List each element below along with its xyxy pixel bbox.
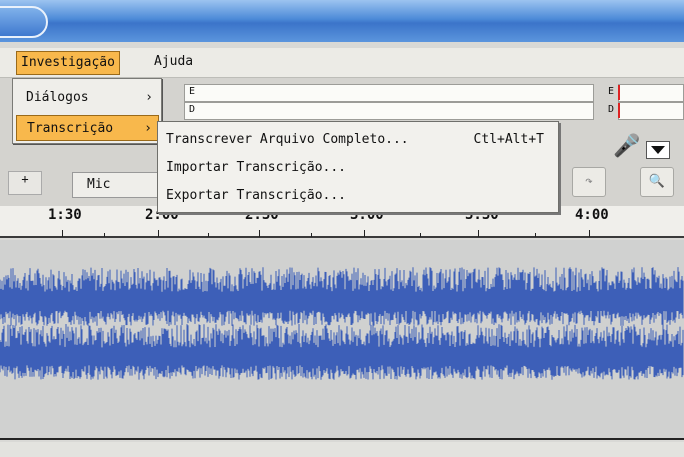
redo-icon: ↷: [585, 174, 593, 189]
meter-right-label-2: D: [608, 104, 615, 115]
waveform-lower-channel: [0, 324, 684, 380]
input-source-select[interactable]: Mic: [72, 172, 168, 198]
window-control[interactable]: [0, 6, 48, 38]
add-button[interactable]: +: [8, 171, 42, 195]
transcricao-submenu: Transcrever Arquivo Completo... Ctl+Alt+…: [157, 121, 559, 213]
ruler-tick: [62, 230, 63, 237]
input-source-value: Mic: [87, 177, 111, 192]
chevron-down-icon[interactable]: [646, 141, 670, 159]
menu-item-transcricao-label: Transcrição: [27, 121, 114, 136]
meter-marker: [618, 85, 620, 100]
submenu-item-importar-label: Importar Transcrição...: [166, 160, 347, 175]
menu-item-dialogos[interactable]: Diálogos ›: [16, 85, 159, 111]
menu-investigacao-label: Investigação: [21, 55, 115, 70]
ruler-tick: [478, 230, 479, 237]
meter-left-top: [184, 84, 594, 102]
submenu-item-exportar[interactable]: Exportar Transcrição...: [166, 184, 554, 208]
meter-right-top: [184, 102, 594, 120]
menu-investigacao[interactable]: Investigação: [16, 51, 120, 75]
ruler-tick: [364, 230, 365, 237]
meter-right-label: D: [189, 104, 196, 115]
ruler-label: 1:30: [48, 207, 82, 223]
meter-right-2: [618, 102, 684, 120]
ruler-label: 4:00: [575, 207, 609, 223]
meter-left-label: E: [189, 86, 196, 97]
bottom-bar: [0, 442, 684, 457]
ruler-tick: [208, 233, 209, 237]
ruler-tick: [259, 230, 260, 237]
submenu-item-transcrever-label: Transcrever Arquivo Completo...: [166, 132, 409, 147]
submenu-item-importar[interactable]: Importar Transcrição...: [166, 156, 554, 180]
ruler-tick: [535, 233, 536, 237]
add-button-label: +: [21, 172, 29, 186]
menu-ajuda-label: Ajuda: [154, 54, 194, 69]
menu-item-transcricao[interactable]: Transcrição ›: [16, 115, 159, 141]
meter-left-label-2: E: [608, 86, 615, 97]
meter-left-2: [618, 84, 684, 102]
microphone-icon[interactable]: 🎤: [613, 134, 640, 159]
audio-track[interactable]: [0, 240, 684, 440]
ruler-tick: [420, 233, 421, 237]
submenu-arrow-icon: ›: [145, 90, 153, 105]
menu-ajuda[interactable]: Ajuda: [150, 51, 197, 75]
submenu-arrow-icon: ›: [144, 121, 152, 136]
meter-marker: [618, 103, 620, 118]
ruler-tick: [589, 230, 590, 237]
ruler-tick: [104, 233, 105, 237]
submenu-item-transcrever[interactable]: Transcrever Arquivo Completo... Ctl+Alt+…: [166, 128, 554, 152]
window-titlebar: [0, 0, 684, 42]
menubar: Investigação Ajuda: [0, 48, 684, 78]
waveform: [0, 267, 684, 380]
submenu-item-exportar-label: Exportar Transcrição...: [166, 188, 347, 203]
zoom-in-button[interactable]: 🔍: [640, 167, 674, 197]
ruler-tick: [158, 230, 159, 237]
shortcut-transcrever: Ctl+Alt+T: [473, 132, 544, 147]
waveform-upper-channel: [0, 267, 684, 326]
ruler-tick: [311, 233, 312, 237]
zoom-in-icon: 🔍: [648, 174, 666, 189]
menu-investigacao-dropdown: Diálogos › Transcrição ›: [12, 78, 162, 144]
menu-item-dialogos-label: Diálogos: [26, 90, 89, 105]
redo-button[interactable]: ↷: [572, 167, 606, 197]
